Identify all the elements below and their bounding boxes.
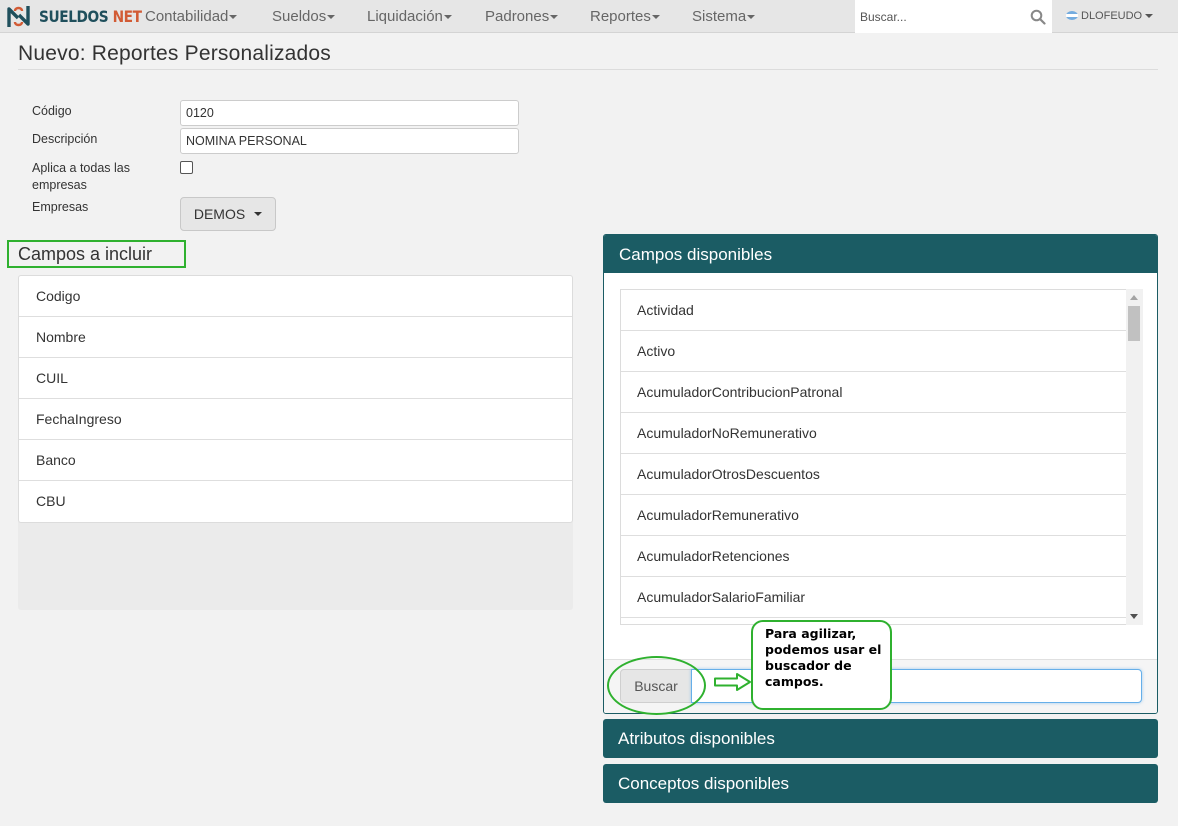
caret-down-icon bbox=[254, 212, 263, 216]
scrollbar-thumb[interactable] bbox=[1128, 306, 1140, 341]
menu-liquidacion[interactable]: Liquidación bbox=[367, 0, 452, 33]
available-field-item[interactable]: AcumuladorRetenciones bbox=[621, 536, 1126, 577]
empresas-dropdown[interactable]: DEMOS bbox=[180, 197, 276, 231]
menu-sueldos[interactable]: Sueldos bbox=[272, 0, 336, 33]
menu-label: Padrones bbox=[485, 8, 550, 25]
title-divider bbox=[18, 69, 1158, 70]
global-search-input[interactable] bbox=[855, 0, 1023, 33]
menu-label: Reportes bbox=[590, 8, 651, 25]
available-field-item[interactable]: AcumuladorNoRemunerativo bbox=[621, 413, 1126, 454]
included-field-item[interactable]: CUIL bbox=[19, 358, 572, 399]
menu-label: Contabilidad bbox=[145, 8, 229, 25]
aplica-todas-checkbox[interactable] bbox=[180, 161, 193, 174]
annotation-note: Para agilizar, podemos usar el buscador … bbox=[751, 620, 892, 710]
brand[interactable]: SUELDOS NET bbox=[5, 3, 158, 30]
available-field-item[interactable]: AcumuladorRemunerativo bbox=[621, 495, 1126, 536]
codigo-label: Código bbox=[32, 104, 72, 118]
campos-disponibles-list[interactable]: Actividad Activo AcumuladorContribucionP… bbox=[620, 289, 1126, 625]
codigo-field[interactable] bbox=[180, 100, 519, 126]
menu-label: Liquidación bbox=[367, 8, 443, 25]
brand-secondary: NET bbox=[112, 7, 142, 26]
descripcion-field[interactable] bbox=[180, 128, 519, 154]
caret-down-icon bbox=[550, 15, 559, 20]
scroll-down-arrow-icon[interactable] bbox=[1130, 614, 1138, 619]
caret-down-icon bbox=[229, 15, 238, 20]
included-field-item[interactable]: Nombre bbox=[19, 317, 572, 358]
empresas-value: DEMOS bbox=[193, 206, 246, 222]
brand-primary: SUELDOS bbox=[39, 7, 109, 26]
conceptos-disponibles-panel[interactable]: Conceptos disponibles bbox=[603, 764, 1158, 803]
empresas-label: Empresas bbox=[32, 200, 89, 214]
menu-padrones[interactable]: Padrones bbox=[485, 0, 559, 33]
caret-down-icon bbox=[327, 15, 336, 20]
campos-incluir-heading: Campos a incluir bbox=[7, 240, 186, 268]
included-field-item[interactable]: Banco bbox=[19, 440, 572, 481]
global-search bbox=[855, 0, 1052, 33]
menu-sistema[interactable]: Sistema bbox=[692, 0, 756, 33]
included-field-item[interactable]: FechaIngreso bbox=[19, 399, 572, 440]
caret-down-icon bbox=[651, 15, 660, 20]
caret-down-icon bbox=[747, 15, 756, 20]
available-field-item[interactable]: Activo bbox=[621, 331, 1126, 372]
available-field-item[interactable]: AcumuladorContribucionPatronal bbox=[621, 372, 1126, 413]
caret-down-icon bbox=[1145, 14, 1154, 19]
search-icon[interactable] bbox=[1030, 9, 1046, 25]
aplica-label: Aplica a todas las empresas bbox=[32, 161, 130, 192]
menu-contabilidad[interactable]: Contabilidad bbox=[145, 0, 238, 33]
user-menu[interactable]: DLOFEUDO bbox=[1066, 0, 1154, 33]
included-field-item[interactable]: CBU bbox=[19, 481, 572, 522]
campos-incluir-dropzone[interactable]: Codigo Nombre CUIL FechaIngreso Banco CB… bbox=[18, 275, 573, 610]
included-field-item[interactable]: Codigo bbox=[19, 276, 572, 317]
caret-down-icon bbox=[443, 15, 452, 20]
brand-text: SUELDOS NET bbox=[39, 7, 142, 26]
campos-incluir-list: Codigo Nombre CUIL FechaIngreso Banco CB… bbox=[18, 275, 573, 523]
campos-disponibles-header[interactable]: Campos disponibles bbox=[604, 235, 1157, 273]
descripcion-label: Descripción bbox=[32, 132, 98, 146]
atributos-disponibles-panel[interactable]: Atributos disponibles bbox=[603, 719, 1158, 758]
buscar-button[interactable]: Buscar bbox=[620, 669, 692, 703]
top-navbar: SUELDOS NET Contabilidad Sueldos Liquidac… bbox=[0, 0, 1178, 33]
fields-scrollbar[interactable] bbox=[1126, 289, 1143, 625]
page-title: Nuevo: Reportes Personalizados bbox=[18, 42, 332, 65]
scroll-up-arrow-icon[interactable] bbox=[1130, 295, 1138, 300]
sueldos-net-logo-icon bbox=[7, 6, 30, 27]
menu-label: Sueldos bbox=[272, 8, 327, 25]
available-field-item[interactable]: AcumuladorSalarioFamiliar bbox=[621, 577, 1126, 618]
menu-reportes[interactable]: Reportes bbox=[590, 0, 660, 33]
argentina-flag-icon bbox=[1066, 10, 1078, 20]
menu-label: Sistema bbox=[692, 8, 747, 25]
user-name: DLOFEUDO bbox=[1081, 10, 1143, 22]
available-field-item[interactable]: Actividad bbox=[621, 290, 1126, 331]
available-field-item[interactable]: AcumuladorOtrosDescuentos bbox=[621, 454, 1126, 495]
